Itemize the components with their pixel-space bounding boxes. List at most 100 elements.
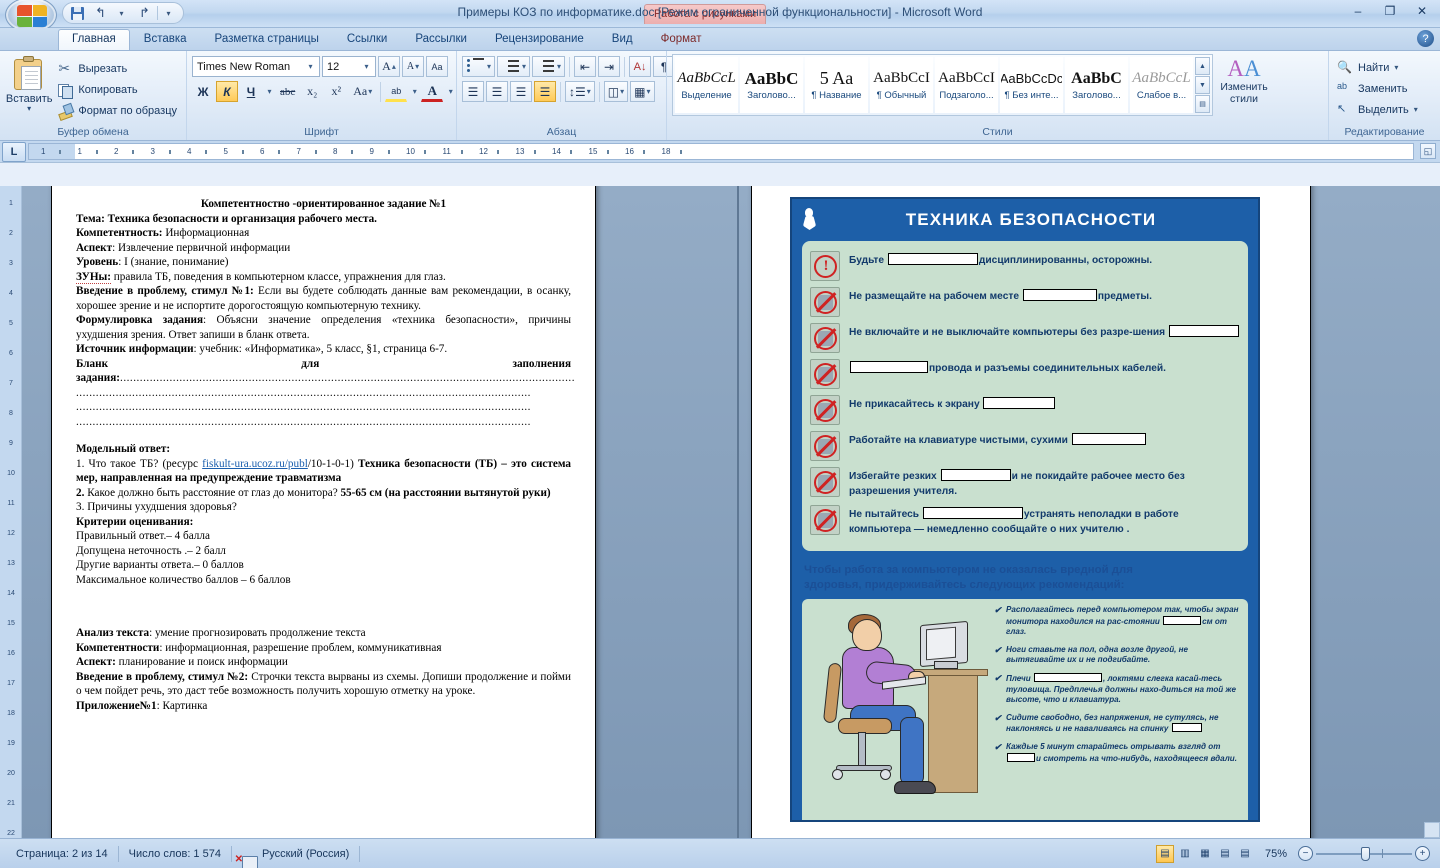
zoom-out-button[interactable]: −: [1298, 846, 1313, 861]
highlight-dropdown-arrow[interactable]: ▾: [409, 81, 419, 102]
superscript-button[interactable]: x²: [325, 81, 347, 102]
fill-in-blank[interactable]: [1033, 672, 1102, 682]
ruler-toggle-button[interactable]: ◱: [1420, 143, 1436, 159]
underline-button[interactable]: Ч: [240, 81, 262, 102]
fill-in-blank[interactable]: [983, 397, 1056, 409]
font-color-button[interactable]: A: [421, 81, 444, 102]
fill-in-blank[interactable]: [850, 361, 928, 373]
align-center-button[interactable]: ☰: [486, 81, 508, 102]
tab-page-layout[interactable]: Разметка страницы: [201, 29, 333, 50]
underline-dropdown-arrow[interactable]: ▾: [264, 81, 274, 102]
tab-format[interactable]: Формат: [647, 29, 716, 50]
paste-dropdown-arrow[interactable]: ▾: [27, 105, 31, 113]
horizontal-ruler[interactable]: 1 1 2 3 4 5 6 7 8 9 10 11 12 13 14 15 16 18: [28, 143, 1414, 160]
web-layout-view-button[interactable]: ▦: [1196, 845, 1214, 863]
zoom-slider-thumb[interactable]: [1361, 846, 1370, 861]
zoom-slider-track[interactable]: [1316, 846, 1412, 861]
style-card[interactable]: 5 Aa ¶ Название: [805, 57, 868, 113]
shrink-font-button[interactable]: A ▾: [402, 56, 424, 77]
style-card[interactable]: AaBbCcDc ¶ Без инте...: [1000, 57, 1063, 113]
minimize-button[interactable]: –: [1344, 2, 1372, 20]
align-justify-button[interactable]: ☰: [534, 81, 556, 102]
bold-button[interactable]: Ж: [192, 81, 214, 102]
style-card[interactable]: AaBbCcI Подзаголо...: [935, 57, 998, 113]
fill-in-blank[interactable]: [887, 253, 978, 265]
safety-poster-image[interactable]: ТЕХНИКА БЕЗОПАСНОСТИ ! Будьте дисциплинир…: [790, 197, 1260, 822]
tab-home[interactable]: Главная: [58, 29, 130, 50]
style-card[interactable]: AaBbC Заголово...: [1065, 57, 1128, 113]
fill-in-blank[interactable]: [1007, 752, 1035, 762]
multilevel-list-button[interactable]: ▾: [532, 56, 566, 77]
font-size-dropdown-icon[interactable]: ▾: [360, 62, 373, 71]
document-pane-right[interactable]: ТЕХНИКА БЕЗОПАСНОСТИ ! Будьте дисциплинир…: [739, 186, 1440, 838]
document-page-3[interactable]: ТЕХНИКА БЕЗОПАСНОСТИ ! Будьте дисциплинир…: [751, 186, 1311, 838]
fill-in-blank[interactable]: [1168, 325, 1239, 337]
borders-button[interactable]: ▦ ▾: [630, 81, 655, 102]
select-dropdown-arrow[interactable]: ▾: [1414, 105, 1418, 114]
zoom-in-button[interactable]: +: [1415, 846, 1430, 861]
font-size-combo[interactable]: 12 ▾: [322, 56, 376, 77]
tab-stop-selector-button[interactable]: L: [2, 142, 26, 162]
language-indicator[interactable]: Русский (Россия): [252, 848, 359, 860]
subscript-button[interactable]: x₂: [301, 81, 323, 102]
find-button[interactable]: 🔍 Найти ▾: [1334, 57, 1401, 78]
style-card[interactable]: AaBbCcL Слабое в...: [1130, 57, 1193, 113]
paste-button[interactable]: Вставить ▾: [5, 54, 53, 113]
draft-view-button[interactable]: ▤: [1236, 845, 1254, 863]
zoom-level[interactable]: 75%: [1258, 848, 1294, 860]
increase-indent-button[interactable]: ⇥: [598, 56, 621, 77]
fill-in-blank[interactable]: [940, 469, 1011, 481]
hyperlink[interactable]: fiskult-ura.ucoz.ru/publ: [202, 458, 308, 470]
style-card[interactable]: AaBbCcL Выделение: [675, 57, 738, 113]
sort-button[interactable]: А↓: [629, 56, 652, 77]
strikethrough-button[interactable]: abc: [276, 81, 299, 102]
fill-in-blank[interactable]: [1171, 723, 1202, 733]
cut-button[interactable]: Вырезать: [53, 59, 181, 79]
bullets-button[interactable]: ▾: [462, 56, 496, 77]
restore-button[interactable]: ❐: [1376, 2, 1404, 20]
document-page-2[interactable]: Компетентностно -ориентированное задание…: [51, 186, 596, 838]
fill-in-blank[interactable]: [1071, 433, 1146, 445]
shading-button[interactable]: ◫ ▾: [603, 81, 629, 102]
tab-mailings[interactable]: Рассылки: [401, 29, 481, 50]
grow-font-button[interactable]: A ▴: [378, 56, 400, 77]
change-case-button[interactable]: Aa ▾: [349, 81, 376, 102]
document-pane-left[interactable]: Компетентностно -ориентированное задание…: [22, 186, 739, 838]
font-name-dropdown-icon[interactable]: ▾: [304, 62, 317, 71]
find-dropdown-arrow[interactable]: ▾: [1394, 63, 1398, 72]
print-layout-view-button[interactable]: ▤: [1155, 844, 1174, 863]
copy-button[interactable]: Копировать: [53, 80, 181, 100]
align-left-button[interactable]: ☰: [462, 81, 484, 102]
highlight-button[interactable]: ab: [385, 81, 408, 102]
fill-in-blank[interactable]: [922, 507, 1023, 519]
font-color-dropdown-arrow[interactable]: ▾: [445, 81, 455, 102]
tab-review[interactable]: Рецензирование: [481, 29, 598, 50]
font-name-combo[interactable]: Times New Roman ▾: [192, 56, 320, 77]
vertical-ruler[interactable]: 1 2 3 4 5 6 7 8 9 10 11 12 13 14 15 16 17 18 19 20 21 22: [0, 186, 22, 838]
tab-view[interactable]: Вид: [598, 29, 647, 50]
fill-in-blank[interactable]: [1163, 615, 1202, 625]
close-button[interactable]: ✕: [1408, 2, 1436, 20]
select-button[interactable]: ↖ Выделить ▾: [1334, 99, 1421, 120]
outline-view-button[interactable]: ▤: [1216, 845, 1234, 863]
clear-formatting-button[interactable]: Aa: [426, 56, 448, 77]
italic-button[interactable]: К: [216, 81, 238, 102]
full-screen-reading-view-button[interactable]: ▥: [1176, 845, 1194, 863]
fill-in-blank[interactable]: [1022, 289, 1097, 301]
tab-references[interactable]: Ссылки: [333, 29, 402, 50]
align-right-button[interactable]: ☰: [510, 81, 532, 102]
styles-scroll-up-button[interactable]: ▲: [1195, 57, 1210, 75]
style-card[interactable]: AaBbC Заголово...: [740, 57, 803, 113]
style-card[interactable]: AaBbCcI ¶ Обычный: [870, 57, 933, 113]
help-icon[interactable]: ?: [1417, 30, 1434, 47]
styles-more-button[interactable]: ▤: [1195, 95, 1210, 113]
replace-button[interactable]: ab Заменить: [1334, 78, 1410, 99]
document-text[interactable]: Компетентностно -ориентированное задание…: [52, 186, 595, 735]
tab-insert[interactable]: Вставка: [130, 29, 201, 50]
word-count[interactable]: Число слов: 1 574: [119, 848, 231, 860]
format-painter-button[interactable]: Формат по образцу: [53, 101, 181, 121]
line-spacing-button[interactable]: ↕☰ ▾: [565, 81, 595, 102]
decrease-indent-button[interactable]: ⇤: [574, 56, 597, 77]
styles-scroll-down-button[interactable]: ▼: [1195, 76, 1210, 94]
change-styles-button[interactable]: AA Изменить стили: [1213, 54, 1275, 106]
